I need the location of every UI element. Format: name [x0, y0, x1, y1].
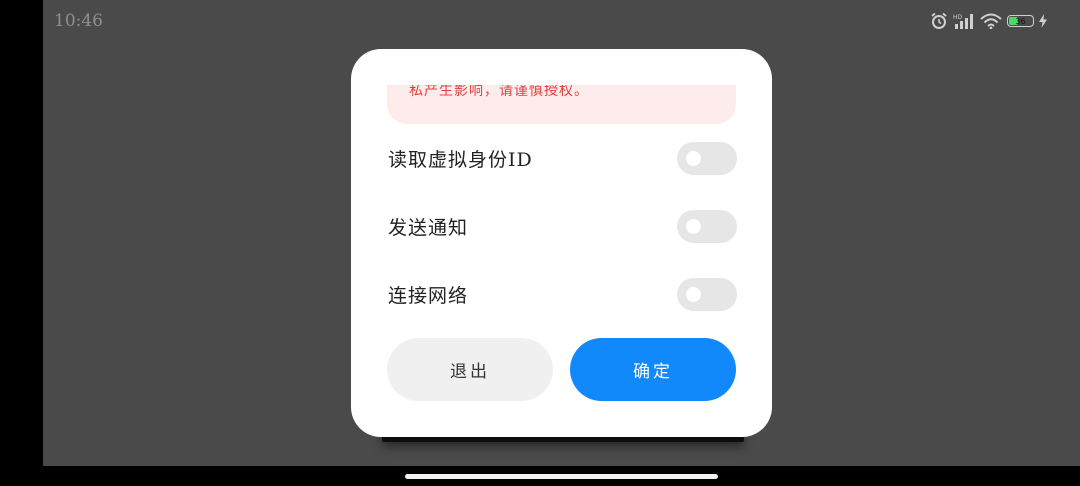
exit-button[interactable]: 退出 [387, 338, 553, 401]
wifi-icon [980, 13, 1002, 29]
status-icons: HD 36 [930, 12, 1047, 30]
permission-row-network: 连接网络 [388, 277, 737, 311]
network-type-label: HD [953, 14, 963, 21]
battery-icon: 36 [1007, 15, 1034, 27]
privacy-notice: 私产生影响，请谨慎授权。 [387, 85, 736, 124]
permission-toggle-virtual-id[interactable] [677, 141, 737, 175]
toggle-knob [686, 286, 701, 302]
permission-label: 发送通知 [388, 216, 469, 239]
permission-toggle-notifications[interactable] [677, 209, 737, 243]
permission-dialog: 私产生影响，请谨慎授权。 读取虚拟身份ID 发送通知 连接网络 退出 确定 [351, 49, 772, 437]
status-bar: 10:46 HD 36 [43, 0, 1080, 42]
permission-row-virtual-id: 读取虚拟身份ID [388, 141, 737, 175]
confirm-button[interactable]: 确定 [570, 338, 736, 401]
alarm-icon [930, 12, 948, 30]
status-time: 10:46 [54, 11, 103, 31]
permission-row-notifications: 发送通知 [388, 209, 737, 243]
permission-label: 读取虚拟身份ID [388, 148, 533, 171]
cellular-signal-icon: HD [953, 13, 975, 29]
battery-level: 36 [1015, 16, 1026, 26]
permission-toggle-network[interactable] [677, 277, 737, 311]
privacy-notice-text: 私产生影响，请谨慎授权。 [409, 85, 589, 99]
toggle-knob [686, 218, 701, 234]
toggle-knob [686, 150, 701, 166]
permission-label: 连接网络 [388, 284, 469, 307]
charging-icon [1039, 14, 1047, 28]
home-indicator[interactable] [405, 474, 718, 479]
